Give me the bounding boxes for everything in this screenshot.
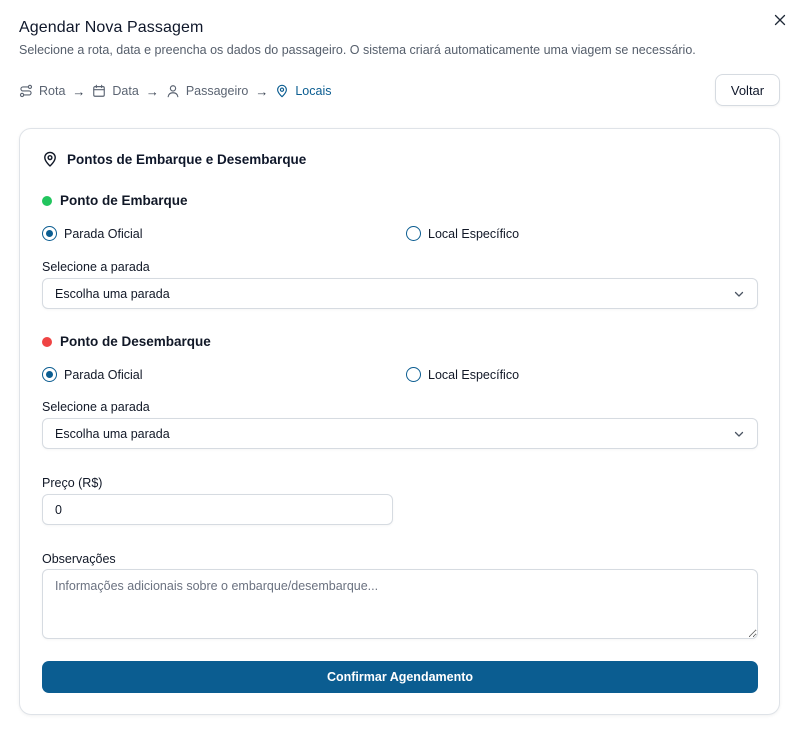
step-locations: Locais: [275, 84, 332, 98]
radio-label: Local Específico: [428, 367, 520, 382]
step-passenger: Passageiro: [166, 84, 249, 98]
boarding-radio-specific[interactable]: Local Específico: [406, 226, 519, 241]
dialog-title: Agendar Nova Passagem: [19, 19, 204, 36]
step-arrow: →: [255, 83, 269, 99]
alighting-radio-official[interactable]: Parada Oficial: [42, 367, 143, 382]
alighting-radio-specific[interactable]: Local Específico: [406, 367, 519, 382]
user-icon: [167, 85, 179, 98]
select-value: Escolha uma parada: [55, 286, 170, 301]
step-arrow: →: [145, 83, 159, 99]
alighting-select-label: Selecione a parada: [42, 400, 150, 414]
chevron-down-icon: [734, 291, 744, 297]
card-title: Pontos de Embarque e Desembarque: [42, 151, 306, 167]
map-pin-icon: [277, 84, 288, 98]
step-breadcrumb: Rota → Data → Passageiro → Locais: [19, 82, 332, 100]
map-pin-icon: [44, 151, 56, 167]
boarding-stop-select[interactable]: Escolha uma parada: [42, 278, 758, 309]
alighting-status-dot: [42, 336, 52, 347]
boarding-select-label: Selecione a parada: [42, 260, 150, 274]
radio-indicator[interactable]: [406, 226, 421, 241]
alighting-stop-select[interactable]: Escolha uma parada: [42, 418, 758, 449]
select-value: Escolha uma parada: [55, 426, 170, 441]
boarding-radio-official[interactable]: Parada Oficial: [42, 226, 143, 241]
radio-label: Local Específico: [428, 226, 520, 241]
chevron-down-icon: [734, 431, 744, 437]
boarding-section-title: Ponto de Embarque: [42, 193, 188, 208]
confirm-booking-button[interactable]: Confirmar Agendamento: [42, 661, 758, 693]
step-label: Data: [112, 84, 139, 98]
alighting-title-text: Ponto de Desembarque: [60, 334, 211, 349]
radio-indicator[interactable]: [42, 226, 57, 241]
radio-indicator[interactable]: [42, 367, 57, 382]
price-input[interactable]: [42, 494, 393, 525]
step-date: Data: [92, 84, 139, 98]
dialog-subtitle: Selecione a rota, data e preencha os dad…: [19, 43, 696, 57]
notes-label: Observações: [42, 552, 116, 566]
boarding-title-text: Ponto de Embarque: [60, 193, 188, 208]
radio-indicator[interactable]: [406, 367, 421, 382]
step-route: Rota: [19, 84, 65, 98]
notes-textarea[interactable]: [42, 569, 758, 639]
price-label: Preço (R$): [42, 476, 103, 490]
back-button[interactable]: Voltar: [715, 74, 780, 106]
alighting-section-title: Ponto de Desembarque: [42, 334, 211, 349]
schedule-ticket-dialog: Agendar Nova Passagem Selecione a rota, …: [0, 0, 795, 732]
step-label: Locais: [295, 84, 332, 98]
step-arrow: →: [72, 83, 86, 99]
step-label: Rota: [39, 84, 66, 98]
close-icon: [774, 14, 786, 26]
route-icon: [19, 84, 33, 98]
boarding-status-dot: [42, 195, 52, 206]
locations-card: Pontos de Embarque e Desembarque Ponto d…: [19, 128, 780, 715]
radio-label: Parada Oficial: [64, 226, 143, 241]
radio-label: Parada Oficial: [64, 367, 143, 382]
close-button[interactable]: [771, 11, 789, 29]
card-title-text: Pontos de Embarque e Desembarque: [67, 151, 307, 167]
step-label: Passageiro: [185, 84, 249, 98]
calendar-icon: [93, 84, 106, 97]
